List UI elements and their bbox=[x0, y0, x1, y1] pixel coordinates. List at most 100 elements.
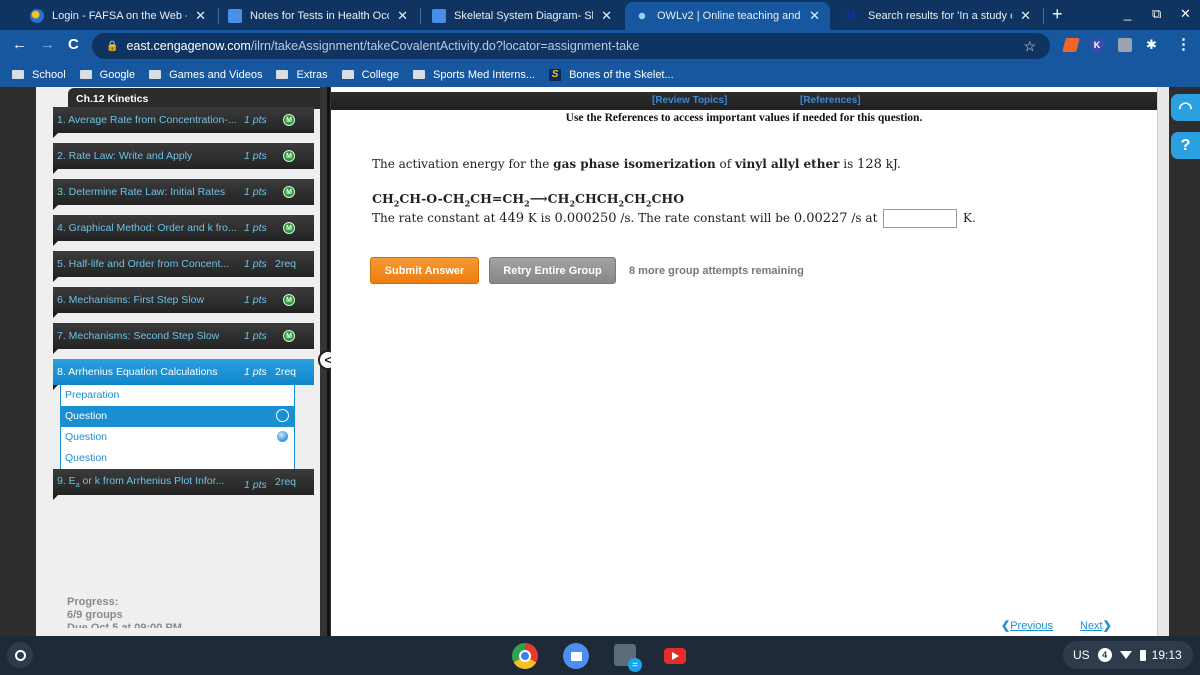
tab-skeletal[interactable]: Skeletal System Diagram- Skele ✕ bbox=[422, 2, 622, 30]
lock-icon[interactable]: 🔒 bbox=[106, 41, 118, 52]
close-window-button[interactable]: ✕ bbox=[1180, 6, 1191, 22]
bookmark-extras[interactable]: Extras bbox=[276, 69, 328, 81]
label-part: 9. E bbox=[57, 474, 76, 487]
item-label: 8. Arrhenius Equation Calculations bbox=[57, 366, 218, 378]
sidebar-item-9[interactable]: 9. Ea or k from Arrhenius Plot Infor... … bbox=[53, 469, 314, 500]
item-requirement: 2req bbox=[275, 476, 297, 488]
bookmark-star-icon[interactable]: ☆ bbox=[1023, 38, 1036, 55]
item-label: 2. Rate Law: Write and Apply bbox=[57, 150, 193, 162]
sidebar-item-5[interactable]: 5. Half-life and Order from Concent... 1… bbox=[53, 251, 314, 282]
sidebar-item-3[interactable]: 3. Determine Rate Law: Initial Rates 1 p… bbox=[53, 179, 314, 210]
close-tab-icon[interactable]: ✕ bbox=[1020, 8, 1031, 24]
sidebar-item-4[interactable]: 4. Graphical Method: Order and k fro... … bbox=[53, 215, 314, 246]
text: is bbox=[839, 157, 858, 171]
item-label: 1. Average Rate from Concentration-... bbox=[57, 114, 237, 126]
status-circle-icon bbox=[276, 430, 289, 443]
subitem-preparation[interactable]: Preparation bbox=[60, 385, 295, 406]
temperature-value: 449 bbox=[499, 211, 525, 226]
tab-notes[interactable]: Notes for Tests in Health Occ - G ✕ bbox=[218, 2, 418, 30]
bookmark-bones[interactable]: S Bones of the Skelet... bbox=[549, 68, 674, 81]
extensions-puzzle-icon[interactable]: ✱ bbox=[1146, 37, 1160, 52]
url-host: east.cengagenow.com bbox=[126, 39, 251, 53]
forward-button[interactable]: → bbox=[40, 36, 55, 53]
item-requirement: 2req bbox=[275, 258, 297, 270]
files-app-icon[interactable] bbox=[563, 643, 589, 669]
support-headset-icon[interactable]: ◠ bbox=[1171, 94, 1200, 121]
item-points: 1 pts bbox=[244, 114, 267, 126]
help-icon[interactable]: ? bbox=[1171, 132, 1200, 159]
tab-fafsa[interactable]: Login - FAFSA on the Web - Fed ✕ bbox=[20, 2, 216, 30]
chrome-app-icon[interactable] bbox=[512, 643, 538, 669]
sidebar-item-1[interactable]: 1. Average Rate from Concentration-... 1… bbox=[53, 107, 314, 138]
item-label: 3. Determine Rate Law: Initial Rates bbox=[57, 186, 226, 198]
calculator-app-icon[interactable] bbox=[614, 644, 642, 672]
mastered-icon: M bbox=[283, 186, 295, 198]
formula-part: CHO bbox=[651, 191, 685, 206]
chevron-left-icon: ❮ bbox=[1001, 620, 1011, 632]
tab-separator bbox=[420, 8, 421, 24]
bookmark-label: Games and Videos bbox=[169, 68, 263, 81]
youtube-app-icon[interactable] bbox=[664, 648, 686, 664]
extension-eraser-icon[interactable] bbox=[1062, 38, 1080, 52]
extension-k-icon[interactable]: K bbox=[1090, 38, 1104, 52]
retry-group-button[interactable]: Retry Entire Group bbox=[489, 257, 616, 284]
sidebar-item-6[interactable]: 6. Mechanisms: First Step Slow 1 pts M bbox=[53, 287, 314, 318]
bookmark-google[interactable]: Google bbox=[79, 69, 135, 81]
formula-part: CH bbox=[624, 191, 646, 206]
bookmark-sports-med[interactable]: Sports Med Interns... bbox=[412, 68, 536, 81]
due-date: Due Oct 5 at 09:00 PM bbox=[67, 622, 182, 628]
bookmark-college[interactable]: College bbox=[341, 69, 399, 81]
extension-copy-icon[interactable] bbox=[1118, 38, 1132, 52]
bookmark-label: Sports Med Interns... bbox=[432, 68, 536, 81]
minimize-button[interactable]: _ bbox=[1124, 6, 1131, 21]
new-tab-button[interactable]: + bbox=[1052, 4, 1063, 25]
submit-answer-button[interactable]: Submit Answer bbox=[370, 257, 479, 284]
item-points: 1 pts bbox=[244, 366, 267, 378]
instructions-text: Use the References to access important v… bbox=[565, 112, 923, 124]
sidebar-item-8[interactable]: 8. Arrhenius Equation Calculations 1 pts… bbox=[53, 359, 314, 390]
bookmark-label: School bbox=[32, 68, 66, 81]
review-topics-link[interactable]: [Review Topics] bbox=[652, 95, 727, 106]
close-tab-icon[interactable]: ✕ bbox=[195, 8, 206, 24]
formula-part: CHCH bbox=[575, 191, 619, 206]
tab-title: Login - FAFSA on the Web - Fed bbox=[52, 10, 187, 22]
close-tab-icon[interactable]: ✕ bbox=[601, 8, 612, 24]
page-scrollbar[interactable] bbox=[1157, 87, 1169, 636]
close-tab-icon[interactable]: ✕ bbox=[397, 8, 408, 24]
launcher-button[interactable] bbox=[7, 642, 33, 668]
close-tab-icon[interactable]: ✕ bbox=[809, 8, 820, 24]
bookmark-label: Bones of the Skelet... bbox=[569, 68, 674, 81]
subitem-question-1[interactable]: Question bbox=[60, 406, 295, 427]
sidebar-item-7[interactable]: 7. Mechanisms: Second Step Slow 1 pts M bbox=[53, 323, 314, 354]
text: The rate constant at bbox=[372, 211, 500, 225]
restore-button[interactable]: ⧉ bbox=[1152, 6, 1161, 22]
subitem-question-3[interactable]: Question bbox=[60, 448, 295, 469]
label-part: or k from Arrhenius Plot Infor... bbox=[79, 474, 225, 487]
next-button[interactable]: Next❯ bbox=[1080, 619, 1112, 632]
status-tray[interactable]: US 4 19:13 bbox=[1063, 641, 1193, 669]
rate-constant-2: 0.00227 bbox=[793, 211, 848, 226]
question-paragraph-1: The activation energy for the gas phase … bbox=[372, 157, 901, 172]
temperature-answer-input[interactable] bbox=[883, 209, 958, 228]
browser-menu-icon[interactable]: ⋮ bbox=[1176, 35, 1191, 53]
subitem-question-2[interactable]: Question bbox=[60, 427, 295, 448]
bookmark-games-videos[interactable]: Games and Videos bbox=[149, 69, 262, 81]
references-link[interactable]: [References] bbox=[800, 95, 861, 106]
s-logo-icon: S bbox=[549, 68, 562, 81]
text: K is bbox=[524, 211, 555, 225]
reload-button[interactable]: C bbox=[68, 36, 79, 53]
item-label: 9. Ea or k from Arrhenius Plot Infor... bbox=[57, 475, 242, 489]
text: /s. The rate constant will be bbox=[616, 211, 794, 225]
tab-title: OWLv2 | Online teaching and lea bbox=[657, 10, 801, 22]
tab-search-results[interactable]: b Search results for 'In a study of t ✕ bbox=[836, 2, 1041, 30]
previous-button[interactable]: ❮Previous bbox=[1001, 619, 1053, 632]
subitem-label: Question bbox=[65, 410, 108, 422]
back-button[interactable]: ← bbox=[12, 36, 27, 53]
item-points: 1 pts bbox=[244, 294, 267, 306]
folder-icon bbox=[276, 70, 289, 79]
sidebar-item-2[interactable]: 2. Rate Law: Write and Apply 1 pts M bbox=[53, 143, 314, 174]
formula-part: CH bbox=[372, 191, 394, 206]
tab-owlv2[interactable]: OWLv2 | Online teaching and lea ✕ bbox=[625, 2, 830, 30]
address-bar[interactable]: 🔒 east.cengagenow.com/ilrn/takeAssignmen… bbox=[92, 33, 1050, 59]
bookmark-school[interactable]: School bbox=[12, 69, 66, 81]
